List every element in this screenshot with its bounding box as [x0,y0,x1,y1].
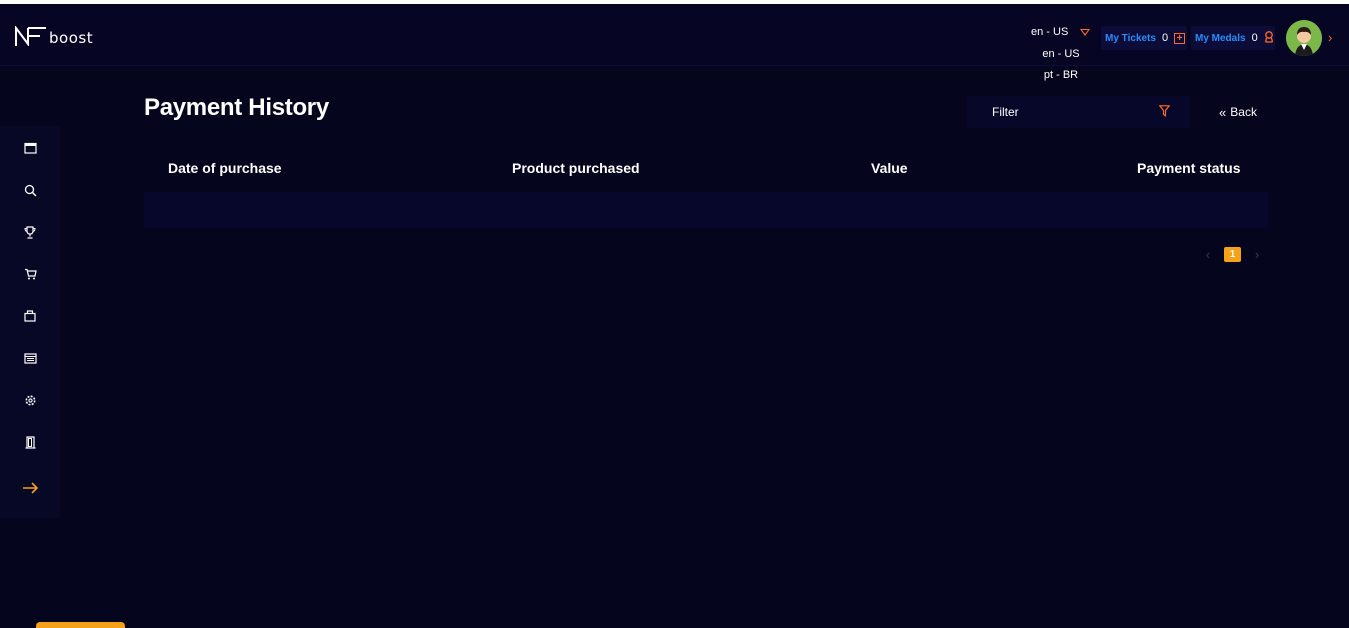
table-icon[interactable] [20,348,40,368]
column-payment-status[interactable]: Payment status [1137,160,1240,176]
back-button[interactable]: « Back [1200,96,1276,128]
language-option-pt-br[interactable]: pt - BR [1035,65,1087,86]
search-icon[interactable] [20,180,40,200]
language-option-en-us[interactable]: en - US [1035,44,1087,65]
avatar[interactable] [1286,20,1322,56]
back-label: Back [1230,105,1257,119]
column-value[interactable]: Value [871,160,908,176]
bottom-tab-button[interactable] [36,622,125,628]
door-icon[interactable] [20,432,40,452]
chevron-left-icon[interactable]: ‹ [1200,247,1216,262]
logo-text: boost [49,29,94,47]
table-header: Date of purchase Product purchased Value… [144,150,1268,186]
column-date-of-purchase[interactable]: Date of purchase [168,160,282,176]
calendar-icon[interactable] [20,138,40,158]
filter-icon[interactable] [1158,105,1171,120]
my-tickets-button[interactable]: My Tickets 0 + [1101,26,1187,50]
gear-icon[interactable] [20,390,40,410]
medal-icon [1264,30,1274,46]
language-dropdown: en - US pt - BR [1035,44,1087,86]
user-avatar-icon [1286,20,1322,56]
tickets-count: 0 [1161,32,1169,44]
medals-label: My Medals [1195,32,1246,44]
arrow-right-icon[interactable] [20,478,40,498]
filter-input[interactable]: Filter [967,96,1190,128]
chevron-right-icon[interactable]: › [1249,247,1265,262]
sidebar [0,126,60,518]
table-row [144,192,1268,228]
caret-down-icon [1080,28,1091,36]
profile-menu-chevron-icon[interactable]: › [1328,30,1332,45]
double-chevron-left-icon: « [1219,104,1227,120]
page-button-current[interactable]: 1 [1224,246,1241,262]
language-select[interactable]: en - US [1031,26,1091,38]
filter-label: Filter [992,105,1019,119]
my-medals-button[interactable]: My Medals 0 [1191,26,1275,50]
add-ticket-icon: + [1174,32,1186,44]
medals-count: 0 [1251,32,1258,44]
nf-logo-mark [15,26,46,46]
app-header: boost en - US My Tickets 0 + My Medals 0… [0,4,1349,66]
page-title: Payment History [144,94,329,121]
trophy-icon[interactable] [20,222,40,242]
column-product-purchased[interactable]: Product purchased [512,160,640,176]
pagination: ‹ 1 › [1200,246,1268,262]
language-current: en - US [1031,26,1069,38]
nf-boost-logo[interactable]: boost [14,26,93,46]
tickets-label: My Tickets [1105,32,1156,44]
bag-icon[interactable] [20,306,40,326]
cart-icon[interactable] [20,264,40,284]
